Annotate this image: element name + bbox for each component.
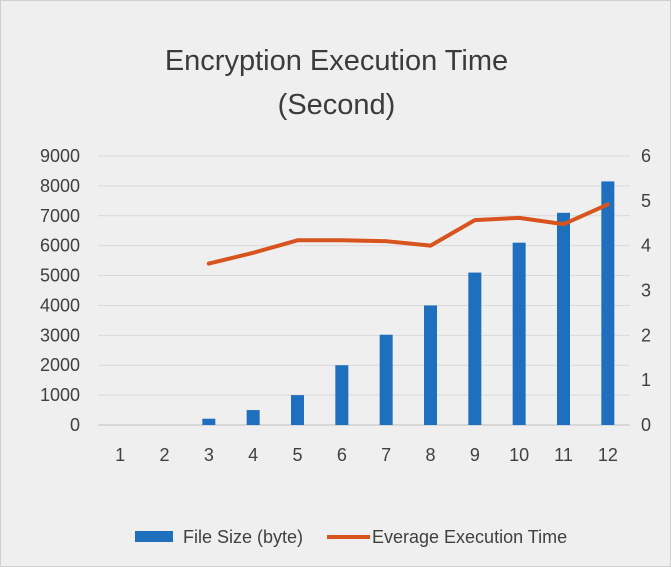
y-right-tick-label: 2 [641, 325, 651, 345]
bar [424, 305, 437, 425]
x-tick-label: 4 [248, 445, 258, 465]
bar [601, 181, 615, 425]
bar [557, 212, 570, 425]
y-right-tick-label: 1 [641, 370, 651, 390]
x-tick-label: 6 [337, 445, 347, 465]
legend-label-line: Everage Execution Time [372, 527, 567, 547]
y-right-tick-label: 4 [641, 236, 651, 256]
bar [512, 242, 526, 425]
legend-label-bar: File Size (byte) [183, 527, 303, 547]
y-left-tick-label: 5000 [40, 266, 80, 286]
y-left-tick-label: 1000 [40, 385, 80, 405]
x-tick-label: 5 [292, 445, 302, 465]
y-right-tick-label: 3 [641, 281, 651, 301]
x-tick-label: 1 [115, 445, 125, 465]
y-left-tick-label: 8000 [40, 176, 80, 196]
bar [335, 365, 349, 425]
chart-plot: 0100020003000400050006000700080009000012… [40, 146, 651, 547]
x-tick-label: 7 [381, 445, 391, 465]
x-tick-label: 10 [509, 445, 529, 465]
bar [379, 334, 393, 425]
y-left-tick-label: 7000 [40, 206, 80, 226]
x-tick-label: 2 [159, 445, 169, 465]
y-right-tick-label: 6 [641, 146, 651, 166]
bar [468, 272, 482, 425]
x-tick-label: 3 [204, 445, 214, 465]
series-line [206, 202, 610, 266]
y-left-tick-label: 9000 [40, 146, 80, 166]
x-tick-label: 9 [470, 445, 480, 465]
bar [202, 418, 216, 425]
y-right-tick-label: 5 [641, 191, 651, 211]
x-tick-label: 8 [425, 445, 435, 465]
y-left-tick-label: 4000 [40, 295, 80, 315]
y-left-tick-label: 6000 [40, 236, 80, 256]
y-right-tick-label: 0 [641, 415, 651, 435]
x-tick-label: 12 [598, 445, 618, 465]
y-left-tick-label: 3000 [40, 325, 80, 345]
y-left-tick-label: 2000 [40, 355, 80, 375]
bar [291, 395, 304, 425]
bar [246, 410, 260, 425]
legend-swatch-bar [135, 531, 173, 542]
y-left-tick-label: 0 [70, 415, 80, 435]
x-tick-label: 11 [554, 445, 573, 465]
